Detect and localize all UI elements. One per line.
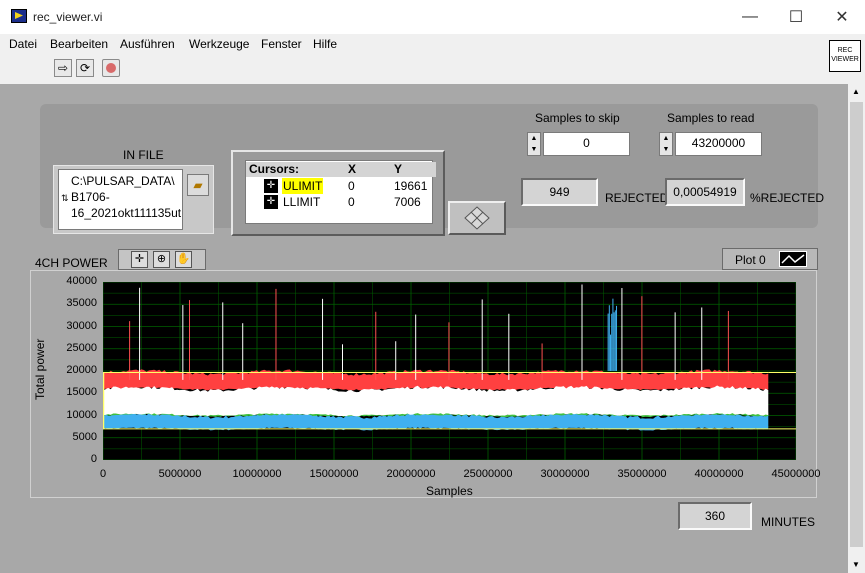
vi-icon: REC VIEWER bbox=[829, 40, 861, 72]
y-tick-label: 30000 bbox=[66, 319, 97, 332]
cursor-crosshair-icon: ✛ bbox=[264, 195, 278, 209]
x-tick-label: 40000000 bbox=[694, 468, 744, 480]
rejected-indicator: 949 bbox=[521, 178, 598, 206]
rejected-label: REJECTED bbox=[605, 191, 669, 205]
pct-rejected-label: %REJECTED bbox=[750, 191, 825, 205]
y-tick-label: 5000 bbox=[72, 430, 97, 443]
menu-hilfe[interactable]: Hilfe bbox=[313, 37, 337, 51]
menu-datei[interactable]: Datei bbox=[9, 37, 37, 51]
y-tick-label: 10000 bbox=[66, 408, 97, 421]
abort-icon[interactable] bbox=[102, 59, 120, 77]
scroll-down-icon[interactable]: ▼ bbox=[852, 560, 860, 569]
samples-to-skip-label: Samples to skip bbox=[535, 111, 620, 125]
x-tick-label: 35000000 bbox=[617, 468, 667, 480]
samples-to-skip-input[interactable]: 0 bbox=[543, 132, 630, 156]
cursor-row-y: 7006 bbox=[394, 195, 421, 209]
x-tick-label: 5000000 bbox=[158, 468, 202, 480]
minutes-indicator: 360 bbox=[678, 502, 752, 530]
plot-line-style-icon bbox=[779, 251, 807, 267]
minutes-label: MINUTES bbox=[761, 515, 815, 529]
pan-hand-icon[interactable]: ✋ bbox=[175, 251, 192, 268]
y-tick-label: 15000 bbox=[66, 386, 97, 399]
minimize-button[interactable]: — bbox=[727, 0, 773, 34]
zoom-tool-icon[interactable]: ⊕ bbox=[153, 251, 170, 268]
x-axis-label: Samples bbox=[426, 484, 473, 498]
close-button[interactable]: ✕ bbox=[819, 0, 865, 34]
cursor-row-name[interactable]: ULIMIT bbox=[282, 178, 324, 194]
browse-folder-button[interactable]: ▰ bbox=[187, 174, 209, 196]
samples-to-skip-spinner[interactable]: ▲ ▼ bbox=[527, 132, 541, 156]
maximize-button[interactable]: ☐ bbox=[773, 0, 819, 34]
cursor-row-x: 0 bbox=[348, 179, 355, 193]
x-tick-label: 25000000 bbox=[463, 468, 513, 480]
x-tick-label: 20000000 bbox=[386, 468, 436, 480]
graph-label: 4CH POWER bbox=[35, 256, 108, 270]
run-arrow-icon[interactable]: ⇨ bbox=[54, 59, 72, 77]
plot-legend[interactable]: Plot 0 bbox=[722, 248, 818, 270]
scroll-up-icon[interactable]: ▲ bbox=[852, 87, 860, 96]
menu-werkzeuge[interactable]: Werkzeuge bbox=[189, 37, 249, 51]
y-tick-label: 20000 bbox=[66, 364, 97, 376]
pct-rejected-indicator: 0,00054919 bbox=[665, 178, 745, 206]
y-tick-label: 0 bbox=[90, 453, 97, 465]
crosshair-tool-icon[interactable]: ✛ bbox=[131, 251, 148, 268]
x-tick-label: 15000000 bbox=[309, 468, 359, 480]
x-tick-label: 10000000 bbox=[232, 468, 282, 480]
samples-to-read-label: Samples to read bbox=[667, 111, 755, 125]
menu-bearbeiten[interactable]: Bearbeiten bbox=[50, 37, 108, 51]
x-tick-label: 45000000 bbox=[771, 468, 821, 480]
cursor-row-name[interactable]: LLIMIT bbox=[283, 194, 320, 210]
plot-area[interactable] bbox=[103, 282, 796, 460]
x-tick-label: 0 bbox=[99, 468, 107, 480]
samples-to-read-input[interactable]: 43200000 bbox=[675, 132, 762, 156]
y-tick-label: 40000 bbox=[66, 275, 97, 287]
cursor-row-y: 19661 bbox=[394, 179, 428, 193]
cursor-crosshair-icon: ✛ bbox=[264, 179, 278, 193]
samples-to-read-spinner[interactable]: ▲ ▼ bbox=[659, 132, 673, 156]
scrollbar-thumb[interactable] bbox=[850, 102, 863, 547]
run-continuously-icon[interactable]: ⟳ bbox=[76, 59, 94, 77]
toolbar bbox=[0, 54, 828, 84]
menu-ausfuehren[interactable]: Ausführen bbox=[120, 37, 175, 51]
path-scroll-icon[interactable]: ⇅ bbox=[61, 193, 69, 204]
cursor-header-y: Y bbox=[390, 162, 436, 177]
cursor-move-button[interactable] bbox=[448, 201, 506, 235]
labview-app-icon bbox=[11, 9, 27, 23]
menu-fenster[interactable]: Fenster bbox=[261, 37, 302, 51]
y-tick-label: 35000 bbox=[66, 297, 97, 310]
in-file-label: IN FILE bbox=[123, 148, 164, 162]
window-title: rec_viewer.vi bbox=[33, 10, 103, 24]
cursor-header-x: X bbox=[344, 162, 392, 177]
graph-palette: ✛ ⊕ ✋ bbox=[118, 249, 206, 270]
cursor-move-diamond-icon bbox=[464, 206, 490, 230]
y-tick-label: 25000 bbox=[66, 341, 97, 354]
cursor-header-name: Cursors: bbox=[246, 162, 345, 177]
y-axis-label: Total power bbox=[33, 338, 47, 400]
folder-icon: ▰ bbox=[193, 178, 203, 192]
in-file-path-input[interactable]: C:\PULSAR_DATA\ B1706- 16_2021okt111135u… bbox=[58, 169, 183, 230]
cursor-row-x: 0 bbox=[348, 195, 355, 209]
x-tick-label: 30000000 bbox=[540, 468, 590, 480]
plot-legend-label: Plot 0 bbox=[735, 253, 766, 267]
